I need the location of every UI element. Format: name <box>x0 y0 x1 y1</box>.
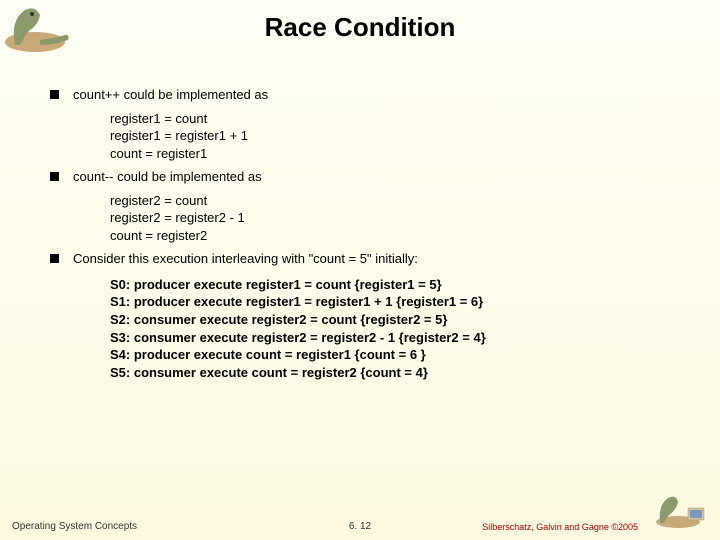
step-line: S4: producer execute count = register1 {… <box>110 346 690 364</box>
bullet-item: Consider this execution interleaving wit… <box>50 250 690 268</box>
bullet-item: count++ could be implemented as <box>50 86 690 104</box>
step-line: S1: producer execute register1 = registe… <box>110 293 690 311</box>
step-line: S2: consumer execute register2 = count {… <box>110 311 690 329</box>
code-block: register1 = count register1 = register1 … <box>110 110 690 163</box>
code-line: count = register2 <box>110 227 690 245</box>
dinosaur-logo-icon <box>0 0 80 55</box>
code-line: register1 = count <box>110 110 690 128</box>
square-bullet-icon <box>50 172 59 181</box>
slide-number: 6. 12 <box>349 521 371 532</box>
bullet-text: count++ could be implemented as <box>73 86 268 104</box>
code-line: count = register1 <box>110 145 690 163</box>
step-line: S5: consumer execute count = register2 {… <box>110 364 690 382</box>
code-line: register2 = register2 - 1 <box>110 209 690 227</box>
bullet-text: Consider this execution interleaving wit… <box>73 250 418 268</box>
slide-content: count++ could be implemented as register… <box>50 80 690 381</box>
code-line: register1 = register1 + 1 <box>110 127 690 145</box>
step-line: S0: producer execute register1 = count {… <box>110 276 690 294</box>
bullet-item: count-- could be implemented as <box>50 168 690 186</box>
interleaving-steps: S0: producer execute register1 = count {… <box>110 276 690 381</box>
code-line: register2 = count <box>110 192 690 210</box>
step-line: S3: consumer execute register2 = registe… <box>110 329 690 347</box>
footer-left: Operating System Concepts <box>12 521 137 532</box>
square-bullet-icon <box>50 254 59 263</box>
dinosaur-footer-icon <box>650 490 710 530</box>
slide-title: Race Condition <box>0 0 720 43</box>
code-block: register2 = count register2 = register2 … <box>110 192 690 245</box>
footer-right: Silberschatz, Galvin and Gagne ©2005 <box>482 522 638 532</box>
bullet-text: count-- could be implemented as <box>73 168 262 186</box>
square-bullet-icon <box>50 90 59 99</box>
